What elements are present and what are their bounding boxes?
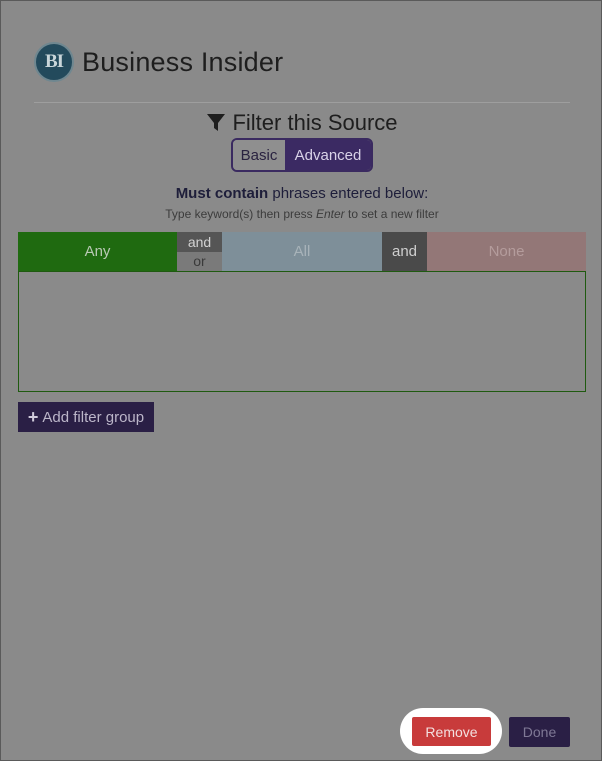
mode-basic-button[interactable]: Basic	[233, 140, 285, 170]
filter-heading: Filter this Source	[1, 110, 602, 136]
mode-toggle: Basic Advanced	[231, 138, 373, 172]
header-divider	[34, 102, 570, 103]
and-or-toggle: and or	[177, 232, 222, 271]
none-tab[interactable]: None	[427, 232, 586, 271]
and-connector: and	[382, 232, 427, 271]
done-button[interactable]: Done	[509, 717, 570, 747]
logo-text: BI	[44, 51, 64, 72]
any-tab[interactable]: Any	[18, 232, 177, 271]
plus-icon: +	[27, 406, 39, 427]
filter-hint: Type keyword(s) then press Enter to set …	[1, 207, 602, 221]
source-header: BI Business Insider	[34, 41, 283, 83]
source-logo: BI	[34, 42, 74, 82]
must-contain-label: Must contain phrases entered below:	[1, 185, 602, 202]
hint-suffix: to set a new filter	[344, 207, 439, 221]
must-contain-bold: Must contain	[175, 185, 269, 202]
or-option[interactable]: or	[177, 251, 222, 271]
add-filter-group-label: Add filter group	[42, 408, 145, 426]
all-tab[interactable]: All	[222, 232, 382, 271]
filter-group-bar: Any and or All and None	[18, 232, 586, 271]
source-title: Business Insider	[82, 46, 284, 77]
funnel-icon	[207, 114, 226, 131]
hint-prefix: Type keyword(s) then press	[165, 207, 316, 221]
keyword-input-area[interactable]	[18, 271, 586, 392]
add-filter-group-button[interactable]: + Add filter group	[18, 402, 154, 432]
remove-button[interactable]: Remove	[412, 717, 491, 746]
must-contain-rest: phrases entered below:	[268, 185, 429, 202]
filter-modal: BI Business Insider Filter this Source B…	[0, 0, 602, 761]
mode-advanced-button[interactable]: Advanced	[285, 140, 371, 170]
and-option[interactable]: and	[177, 232, 222, 252]
filter-heading-text: Filter this Source	[232, 110, 398, 135]
hint-key: Enter	[316, 207, 345, 221]
